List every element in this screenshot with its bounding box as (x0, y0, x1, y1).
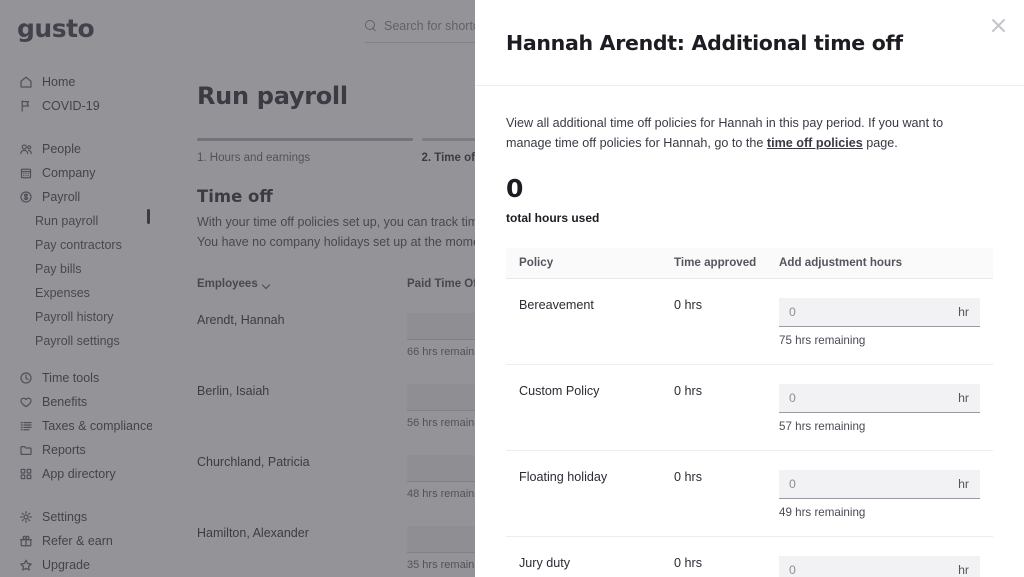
adjustment-hours-input[interactable]: 0 hr (779, 383, 980, 413)
policy-row: Jury duty0 hrs0hr72 hrs remaining (506, 537, 993, 577)
adjustment-hours-unit: hr (958, 476, 969, 491)
modal-description: View all additional time off policies fo… (506, 113, 986, 154)
screen: gusto Search for shortcuts HomeCOVID-19P… (0, 0, 1024, 577)
adjustment-hours-value: 0 (789, 476, 796, 491)
adjustment-hours-value: 0 (789, 304, 796, 319)
header-policy: Policy (519, 256, 554, 270)
header-time-approved: Time approved (674, 256, 757, 270)
policy-time-approved: 0 hrs (674, 469, 702, 484)
adjustment-hours-input[interactable]: 0 hr (779, 555, 980, 577)
policy-row: Custom Policy 0 hrs 0 hr 57 hrs remaining (506, 365, 993, 451)
time-off-policies-link[interactable]: time off policies (767, 136, 863, 150)
policies-table-header: Policy Time approved Add adjustment hour… (506, 247, 993, 279)
policy-time-approved: 0 hrs (674, 555, 702, 570)
policy-adjustment-cell: 0hr72 hrs remaining (779, 555, 993, 577)
adjustment-hours-value: 0 (789, 390, 796, 405)
policy-name: Jury duty (519, 555, 571, 570)
policy-adjustment-cell: 0 hr 57 hrs remaining (779, 383, 993, 433)
policy-name: Floating holiday (519, 469, 608, 484)
policy-adjustment-cell: 0 hr 49 hrs remaining (779, 469, 993, 519)
additional-time-off-modal: Hannah Arendt: Additional time off View … (475, 0, 1024, 577)
policies-table: Policy Time approved Add adjustment hour… (506, 247, 993, 577)
modal-body: View all additional time off policies fo… (475, 113, 1024, 577)
policy-row: Floating holiday 0 hrs 0 hr 49 hrs remaining (506, 451, 993, 537)
policy-hours-remaining: 75 hrs remaining (779, 333, 866, 347)
total-hours-used-value: 0 (506, 173, 524, 203)
total-hours-used-label: total hours used (506, 210, 600, 225)
policy-name: Bereavement (519, 297, 594, 312)
close-button[interactable] (985, 12, 1011, 38)
modal-description-after: page. (862, 136, 898, 151)
policy-adjustment-cell: 0 hr 75 hrs remaining (779, 297, 993, 347)
policy-time-approved: 0 hrs (674, 297, 702, 312)
adjustment-hours-input[interactable]: 0 hr (779, 297, 980, 327)
policy-time-approved: 0 hrs (674, 383, 702, 398)
adjustment-hours-input[interactable]: 0 hr (779, 469, 980, 499)
adjustment-hours-value: 0 (789, 562, 796, 577)
policy-hours-remaining: 57 hrs remaining (779, 419, 866, 433)
adjustment-hours-unit: hr (958, 304, 969, 319)
close-icon (991, 18, 1005, 32)
adjustment-hours-unit: hr (958, 562, 969, 577)
policy-row: Bereavement 0 hrs 0 hr 75 hrs remaining (506, 279, 993, 365)
header-add-adjustment-hours: Add adjustment hours (779, 256, 903, 270)
policy-hours-remaining: 49 hrs remaining (779, 505, 866, 519)
policy-name: Custom Policy (519, 383, 600, 398)
adjustment-hours-unit: hr (958, 390, 969, 405)
modal-title: Hannah Arendt: Additional time off (506, 30, 903, 55)
modal-header: Hannah Arendt: Additional time off (475, 0, 1024, 86)
